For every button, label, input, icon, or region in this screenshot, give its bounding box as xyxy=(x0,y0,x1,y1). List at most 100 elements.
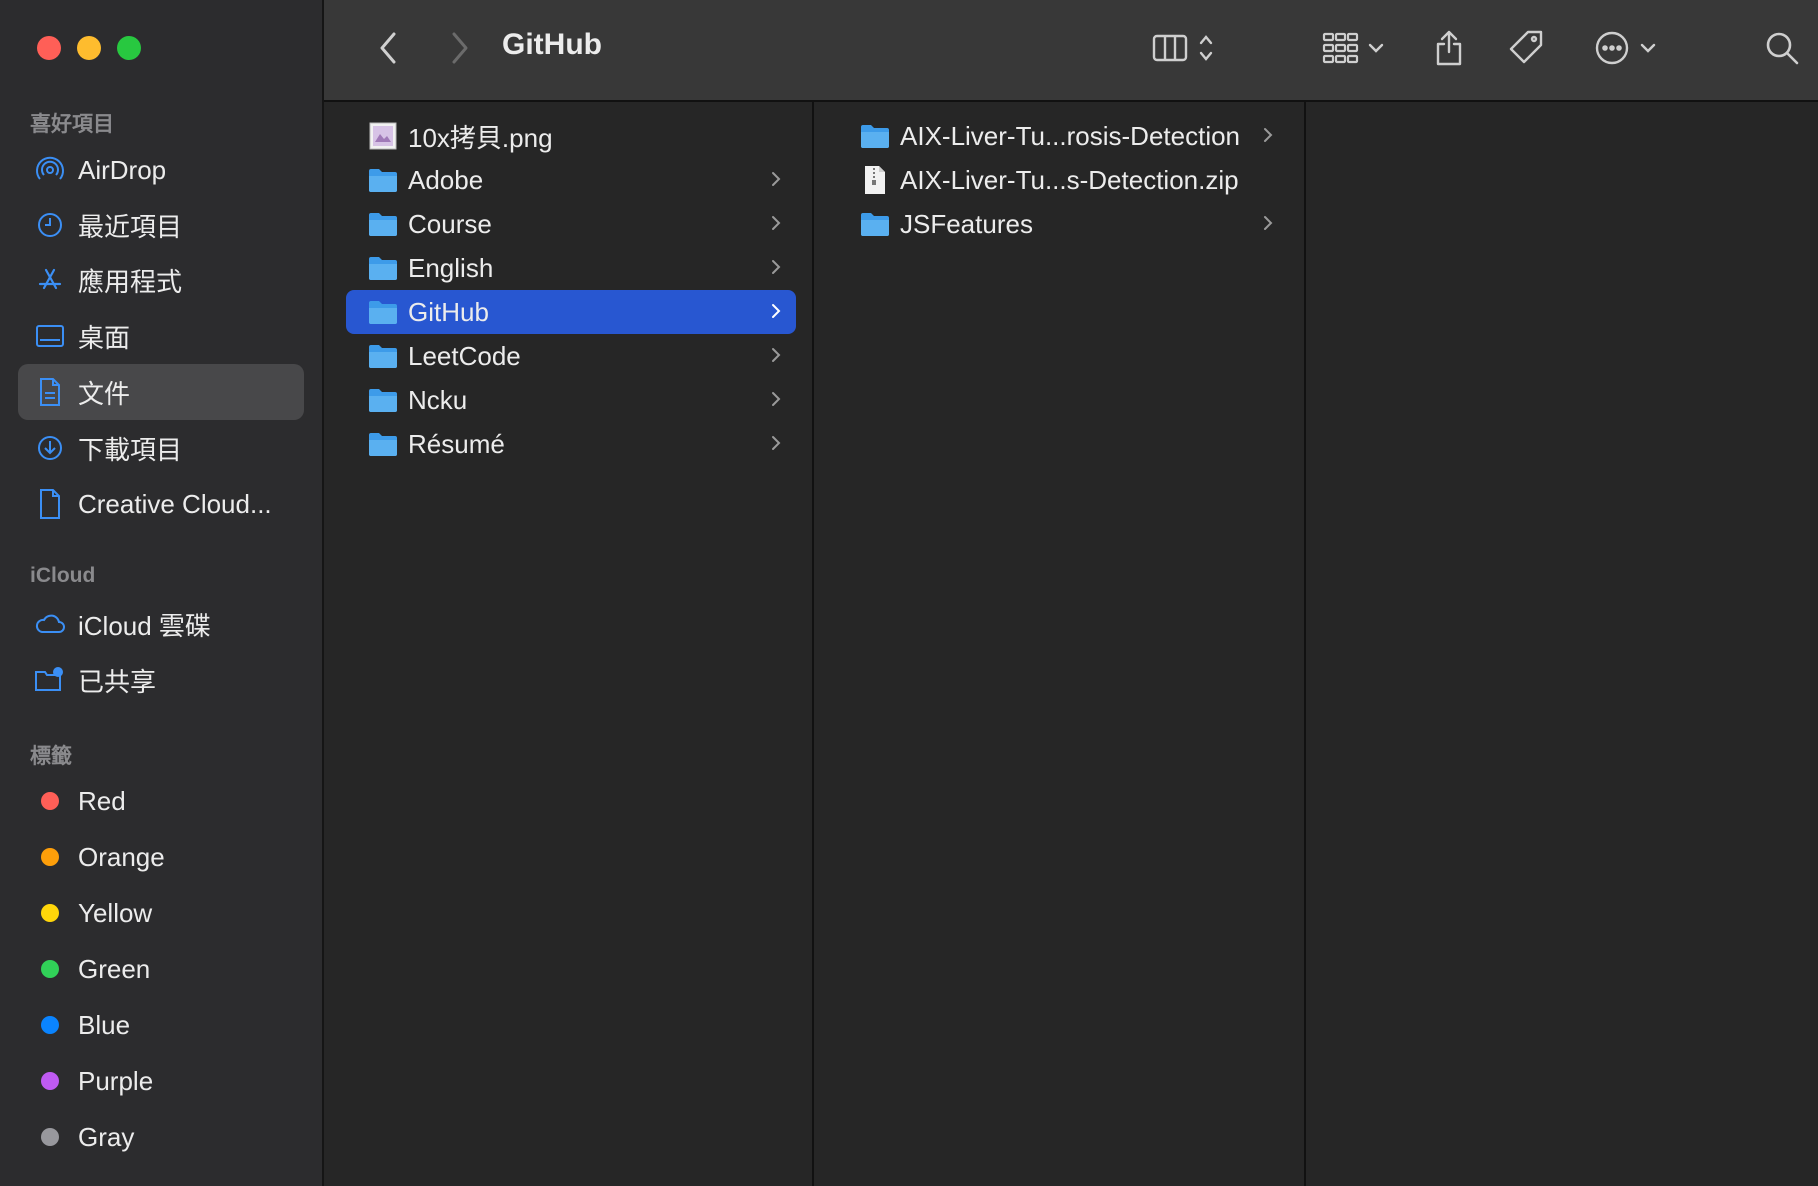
sidebar-item-label: Purple xyxy=(78,1065,154,1096)
list-item-selected[interactable]: GitHub xyxy=(346,290,796,334)
sidebar: 喜好項目 AirDrop 最近項目 應用程式 桌面 文件 下載項目 Creati… xyxy=(0,0,324,1186)
file-name: Adobe xyxy=(408,164,484,195)
folder-icon xyxy=(368,209,398,239)
finder-window: 喜好項目 AirDrop 最近項目 應用程式 桌面 文件 下載項目 Creati… xyxy=(0,0,1818,1186)
column-github: AIX-Liver-Tu...rosis-Detection AIX-Liver… xyxy=(816,102,1306,1186)
sidebar-item-tag-gray[interactable]: Gray xyxy=(18,1109,304,1165)
sidebar-item-tag-green[interactable]: Green xyxy=(18,941,304,997)
sidebar-item-label: AirDrop xyxy=(78,154,167,185)
list-item[interactable]: 10x拷貝.png xyxy=(346,114,796,158)
chevron-right-icon xyxy=(770,258,782,281)
airdrop-icon xyxy=(34,154,66,186)
sidebar-item-label: Green xyxy=(78,953,151,984)
file-name: AIX-Liver-Tu...s-Detection.zip xyxy=(900,164,1239,195)
sidebar-item-label: Gray xyxy=(78,1121,135,1152)
chevron-right-icon xyxy=(1262,214,1274,237)
search-button[interactable] xyxy=(1762,26,1802,74)
zoom-window-button[interactable] xyxy=(117,36,141,60)
column-view-icon xyxy=(1152,33,1188,68)
favorites-section-title: 喜好項目 xyxy=(30,113,114,136)
sidebar-item-tag-yellow[interactable]: Yellow xyxy=(18,885,304,941)
orange-tag-icon xyxy=(41,848,59,866)
minimize-window-button[interactable] xyxy=(77,36,101,60)
share-icon xyxy=(1434,29,1464,72)
sidebar-item-documents[interactable]: 文件 xyxy=(18,364,304,420)
folder-icon xyxy=(368,297,398,327)
search-icon xyxy=(1764,30,1800,71)
chevron-right-icon xyxy=(770,302,782,325)
file-name: AIX-Liver-Tu...rosis-Detection xyxy=(900,120,1241,151)
list-item[interactable]: Résumé xyxy=(346,422,796,466)
list-item[interactable]: AIX-Liver-Tu...rosis-Detection xyxy=(838,114,1288,158)
list-item[interactable]: JSFeatures xyxy=(838,202,1288,246)
forward-button[interactable] xyxy=(442,26,478,74)
tag-button[interactable] xyxy=(1506,26,1546,74)
sidebar-item-recents[interactable]: 最近項目 xyxy=(18,197,304,253)
file-name: Ncku xyxy=(408,384,468,415)
group-icon xyxy=(1322,32,1360,69)
sidebar-item-tag-blue[interactable]: Blue xyxy=(18,997,304,1053)
list-item[interactable]: LeetCode xyxy=(346,334,796,378)
traffic-lights xyxy=(37,36,141,60)
list-item[interactable]: AIX-Liver-Tu...s-Detection.zip xyxy=(838,158,1288,202)
folder-icon xyxy=(368,385,398,415)
file-name: Résumé xyxy=(408,428,505,459)
tag-icon xyxy=(1507,29,1545,72)
sidebar-item-applications[interactable]: 應用程式 xyxy=(18,252,304,308)
chevron-right-icon xyxy=(770,170,782,193)
sidebar-item-label: iCloud 雲碟 xyxy=(78,610,211,641)
sidebar-item-airdrop[interactable]: AirDrop xyxy=(18,142,304,198)
sidebar-item-tag-red[interactable]: Red xyxy=(18,773,304,829)
sidebar-item-label: Creative Cloud... xyxy=(78,488,272,519)
sidebar-item-label: 桌面 xyxy=(78,322,131,353)
blue-tag-icon xyxy=(41,1016,59,1034)
folder-icon xyxy=(860,121,890,151)
share-button[interactable] xyxy=(1430,26,1468,74)
sidebar-item-label: 最近項目 xyxy=(78,211,183,242)
sidebar-item-tag-orange[interactable]: Orange xyxy=(18,829,304,885)
file-name: 10x拷貝.png xyxy=(408,122,553,153)
folder-icon xyxy=(368,341,398,371)
file-name: English xyxy=(408,252,494,283)
file-name: LeetCode xyxy=(408,340,521,371)
sidebar-item-label: Orange xyxy=(78,841,165,872)
document-icon xyxy=(34,376,66,408)
chevron-right-icon xyxy=(1262,126,1274,149)
close-window-button[interactable] xyxy=(37,36,61,60)
purple-tag-icon xyxy=(41,1072,59,1090)
folder-icon xyxy=(368,253,398,283)
more-actions-button[interactable] xyxy=(1590,26,1660,74)
file-name: GitHub xyxy=(408,296,489,327)
gray-tag-icon xyxy=(41,1128,59,1146)
green-tag-icon xyxy=(41,960,59,978)
tags-section-title: 標籤 xyxy=(30,745,72,768)
sidebar-item-desktop[interactable]: 桌面 xyxy=(18,308,304,364)
list-item[interactable]: English xyxy=(346,246,796,290)
file-name: Course xyxy=(408,208,492,239)
sidebar-item-label: 應用程式 xyxy=(78,266,183,297)
icloud-section-title: iCloud xyxy=(30,564,96,587)
download-icon xyxy=(34,432,66,464)
view-mode-button[interactable] xyxy=(1140,26,1226,74)
sidebar-item-downloads[interactable]: 下載項目 xyxy=(18,420,304,476)
sidebar-item-label: 下載項目 xyxy=(78,434,183,465)
group-button[interactable] xyxy=(1316,26,1390,74)
list-item[interactable]: Course xyxy=(346,202,796,246)
back-button[interactable] xyxy=(370,26,406,74)
sidebar-item-icloud-drive[interactable]: iCloud 雲碟 xyxy=(18,596,304,652)
list-item[interactable]: Adobe xyxy=(346,158,796,202)
sidebar-item-creative-cloud[interactable]: Creative Cloud... xyxy=(18,476,304,532)
chevron-right-icon xyxy=(770,214,782,237)
sidebar-item-shared[interactable]: 已共享 xyxy=(18,652,304,708)
folder-icon xyxy=(860,209,890,239)
clock-icon xyxy=(34,209,66,241)
chevron-right-icon xyxy=(770,390,782,413)
chevron-left-icon xyxy=(378,31,398,70)
up-down-chevron-icon xyxy=(1198,33,1214,68)
yellow-tag-icon xyxy=(41,904,59,922)
sidebar-item-tag-purple[interactable]: Purple xyxy=(18,1053,304,1109)
list-item[interactable]: Ncku xyxy=(346,378,796,422)
toolbar: GitHub xyxy=(324,0,1818,102)
chevron-down-icon xyxy=(1368,41,1384,59)
chevron-down-icon xyxy=(1640,41,1656,59)
